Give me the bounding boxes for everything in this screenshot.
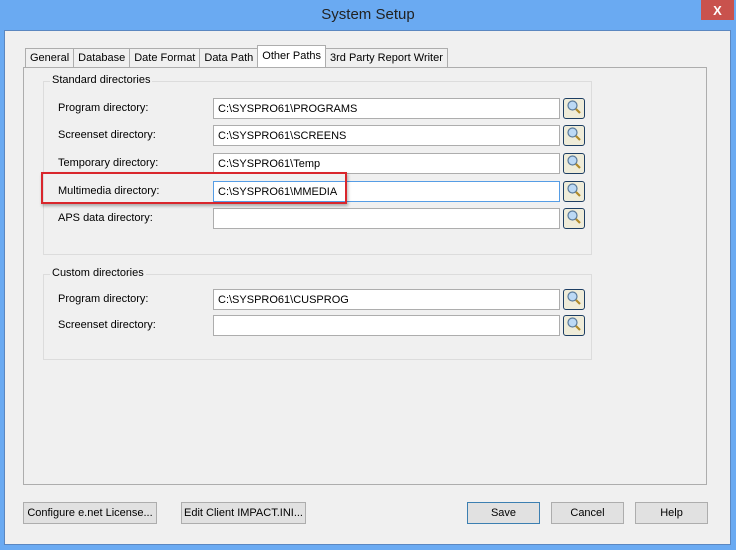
std-multimedia-browse-button[interactable] [563,181,585,202]
std-temporary-input[interactable] [213,153,560,174]
tab-data-path[interactable]: Data Path [199,48,259,67]
std-aps-row: APS data directory: [58,208,588,230]
standard-directories-group: Standard directories Program directory: … [43,74,592,255]
std-multimedia-input[interactable] [213,181,560,202]
custom-directories-label: Custom directories [50,267,146,279]
close-button[interactable]: X [701,0,734,20]
std-temporary-browse-button[interactable] [563,153,585,174]
close-icon: X [713,2,722,18]
std-program-input[interactable] [213,98,560,119]
custom-screenset-label: Screenset directory: [58,319,156,331]
tab-database[interactable]: Database [73,48,131,67]
tab-other-paths[interactable]: Other Paths [257,45,326,67]
save-button[interactable]: Save [467,502,540,524]
custom-program-browse-button[interactable] [563,289,585,310]
custom-program-label: Program directory: [58,293,149,305]
custom-program-input[interactable] [213,289,560,310]
tab-panel-other-paths: Standard directories Program directory: … [23,67,707,485]
help-button[interactable]: Help [635,502,708,524]
std-temporary-label: Temporary directory: [58,157,159,169]
std-aps-browse-button[interactable] [563,208,585,229]
std-multimedia-row: Multimedia directory: [58,181,588,203]
std-screenset-label: Screenset directory: [58,129,156,141]
magnifier-icon [566,209,582,228]
custom-program-row: Program directory: [58,289,588,311]
custom-screenset-row: Screenset directory: [58,315,588,337]
magnifier-icon [566,99,582,118]
custom-directories-group: Custom directories Program directory: Sc… [43,267,592,360]
std-program-browse-button[interactable] [563,98,585,119]
tab-general[interactable]: General [25,48,75,67]
configure-enet-license-button[interactable]: Configure e.net License... [23,502,157,524]
tab-3rd-party-report-writer[interactable]: 3rd Party Report Writer [325,48,448,67]
custom-screenset-browse-button[interactable] [563,315,585,336]
custom-screenset-input[interactable] [213,315,560,336]
std-program-label: Program directory: [58,102,149,114]
std-aps-input[interactable] [213,208,560,229]
std-screenset-input[interactable] [213,125,560,146]
magnifier-icon [566,126,582,145]
std-program-row: Program directory: [58,98,588,120]
standard-directories-label: Standard directories [50,74,153,86]
std-multimedia-label: Multimedia directory: [58,185,160,197]
edit-client-impact-ini-button[interactable]: Edit Client IMPACT.INI... [181,502,306,524]
magnifier-icon [566,316,582,335]
std-screenset-row: Screenset directory: [58,125,588,147]
tab-strip: General Database Date Format Data Path O… [25,45,448,67]
cancel-button[interactable]: Cancel [551,502,624,524]
std-temporary-row: Temporary directory: [58,153,588,175]
title-bar: System Setup X [0,0,736,30]
std-screenset-browse-button[interactable] [563,125,585,146]
magnifier-icon [566,154,582,173]
window-title: System Setup [321,6,415,23]
magnifier-icon [566,182,582,201]
std-aps-label: APS data directory: [58,212,153,224]
dialog-client: General Database Date Format Data Path O… [4,30,731,545]
tab-date-format[interactable]: Date Format [129,48,201,67]
magnifier-icon [566,290,582,309]
